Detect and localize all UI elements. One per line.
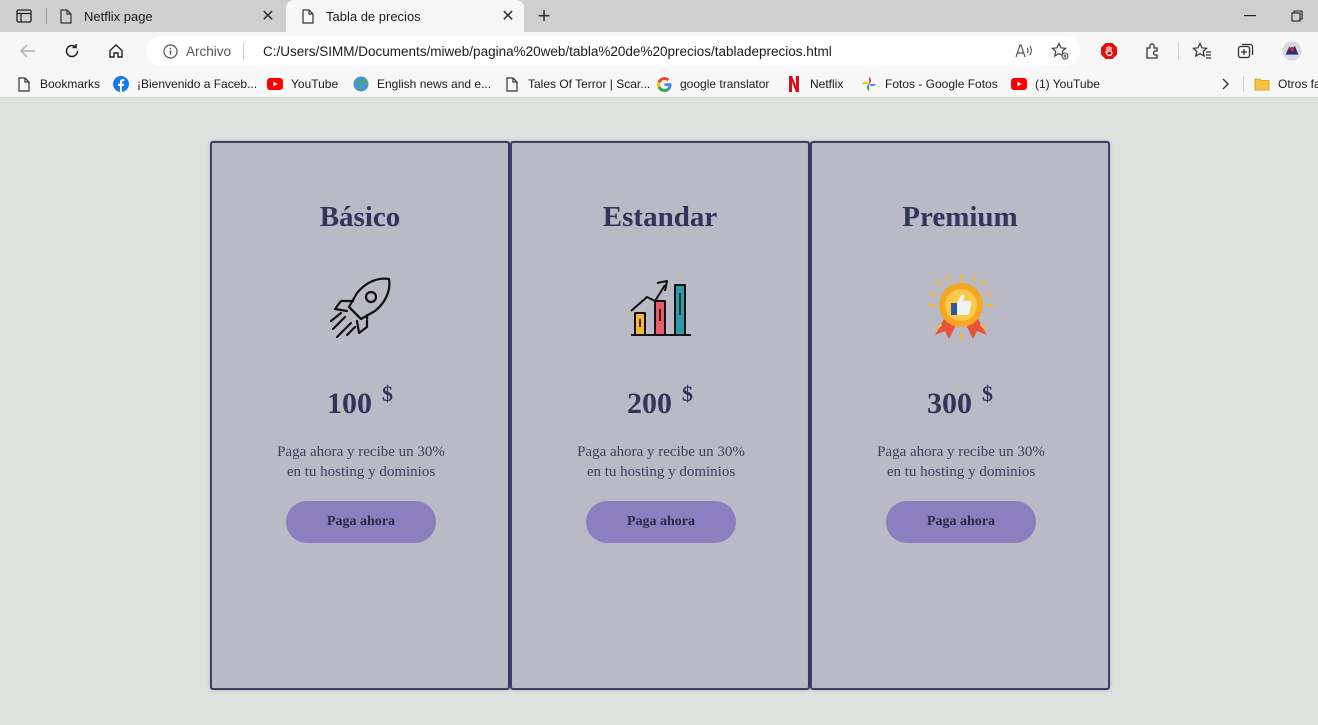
tab-label: Netflix page: [84, 8, 153, 24]
price-value: 200: [627, 387, 672, 420]
bookmark-label: Fotos - Google Fotos: [885, 77, 998, 91]
info-icon[interactable]: [162, 43, 178, 59]
currency-symbol: $: [682, 381, 693, 406]
bookmark-facebook[interactable]: ¡Bienvenido a Faceb...: [113, 76, 257, 92]
description-line: en tu hosting y dominios: [586, 464, 736, 480]
pay-now-button[interactable]: Paga ahora: [286, 501, 436, 543]
description-line: Paga ahora y recibe un 30%: [577, 444, 745, 460]
currency-symbol: $: [982, 381, 993, 406]
chevron-right-icon[interactable]: [1218, 76, 1234, 92]
bookmark-label: (1) YouTube: [1035, 77, 1100, 91]
url-text[interactable]: C:/Users/SIMM/Documents/miweb/pagina%20w…: [263, 44, 832, 59]
collections-icon[interactable]: [1236, 41, 1256, 61]
tab-tabla-de-precios[interactable]: Tabla de precios ✕: [286, 0, 524, 32]
description-line: en tu hosting y dominios: [286, 464, 436, 480]
bookmark-label: YouTube: [291, 77, 339, 91]
tab-strip: Netflix page ✕ Tabla de precios ✕ +: [0, 0, 1318, 32]
minimize-icon[interactable]: [1240, 6, 1260, 26]
close-icon[interactable]: ✕: [258, 6, 278, 26]
bookmark-label: google translator: [680, 77, 770, 91]
page-icon: [58, 8, 74, 24]
new-tab-button[interactable]: +: [532, 3, 556, 28]
favorites-icon[interactable]: [1192, 41, 1212, 61]
tab-label: Tabla de precios: [326, 8, 421, 24]
bookmarks-separator: [1243, 76, 1244, 92]
tab-netflix-page[interactable]: Netflix page ✕: [54, 0, 284, 32]
facebook-icon: [113, 76, 129, 92]
bookmark-google-translator[interactable]: google translator: [656, 76, 769, 92]
description-line: en tu hosting y dominios: [886, 464, 1036, 480]
bookmark-label: Bookmarks: [40, 77, 101, 91]
plan-title: Estandar: [602, 201, 718, 233]
plan-price: 300 $: [812, 381, 1108, 421]
description-line: Paga ahora y recibe un 30%: [877, 444, 1045, 460]
navigation-bar: Archivo C:/Users/SIMM/Documents/miweb/pa…: [0, 32, 1318, 70]
address-separator: [243, 42, 245, 60]
plan-price: 100 $: [212, 381, 508, 421]
scheme-label: Archivo: [186, 43, 232, 59]
restore-icon[interactable]: [1287, 6, 1307, 26]
award-badge-icon: [927, 273, 995, 341]
plan-description: Paga ahora y recibe un 30% en tu hosting…: [232, 442, 490, 482]
profile-avatar[interactable]: [1282, 41, 1302, 61]
close-icon[interactable]: ✕: [498, 6, 518, 26]
netflix-icon: [786, 76, 802, 92]
rocket-icon: [327, 273, 395, 341]
bookmark-netflix[interactable]: Netflix: [786, 76, 843, 92]
bookmark-label: Tales Of Terror | Scar...: [528, 77, 651, 91]
folder-icon: [1254, 76, 1270, 92]
read-aloud-icon[interactable]: [1014, 41, 1034, 61]
bookmark-bookmarks[interactable]: Bookmarks: [16, 76, 100, 92]
youtube-icon: [1011, 76, 1027, 92]
bookmark-label: English news and e...: [377, 77, 492, 91]
page-icon: [300, 8, 316, 24]
plan-description: Paga ahora y recibe un 30% en tu hosting…: [532, 442, 790, 482]
favorite-star-icon[interactable]: [1050, 41, 1070, 61]
back-button[interactable]: [16, 39, 40, 63]
bookmark-youtube[interactable]: YouTube: [267, 76, 338, 92]
pay-now-button[interactable]: Paga ahora: [886, 501, 1036, 543]
plan-description: Paga ahora y recibe un 30% en tu hosting…: [832, 442, 1090, 482]
pricing-card-estandar: Estandar 200 $ Paga ahora y recibe un 30%…: [510, 141, 810, 690]
toolbar-separator: [1178, 42, 1179, 60]
growth-chart-icon: [627, 273, 695, 341]
plan-price: 200 $: [512, 381, 808, 421]
plan-title: Básico: [319, 201, 401, 233]
youtube-icon: [267, 76, 283, 92]
description-line: Paga ahora y recibe un 30%: [277, 444, 445, 460]
bookmark-label: ¡Bienvenido a Faceb...: [137, 77, 258, 91]
price-value: 100: [327, 387, 372, 420]
currency-symbol: $: [382, 381, 393, 406]
bookmark-label: Otros fa: [1278, 77, 1318, 91]
extensions-icon[interactable]: [1143, 41, 1163, 61]
bookmark-youtube-1[interactable]: (1) YouTube: [1011, 76, 1100, 92]
tab-separator: [46, 8, 47, 24]
adblock-extension-icon[interactable]: [1099, 41, 1119, 61]
home-button[interactable]: [104, 39, 128, 63]
address-bar[interactable]: Archivo C:/Users/SIMM/Documents/miweb/pa…: [146, 36, 1080, 66]
bookmarks-bar: Bookmarks ¡Bienvenido a Faceb... YouTube…: [0, 70, 1318, 98]
refresh-button[interactable]: [60, 39, 84, 63]
bookmark-tales-of-terror[interactable]: Tales Of Terror | Scar...: [504, 76, 650, 92]
plan-title: Premium: [902, 201, 1018, 233]
google-icon: [656, 76, 672, 92]
page-icon: [16, 76, 32, 92]
page-icon: [504, 76, 520, 92]
bookmark-google-fotos[interactable]: Fotos - Google Fotos: [861, 76, 998, 92]
tab-actions-icon[interactable]: [8, 6, 40, 26]
pricing-card-premium: Premium 300 $ Paga ahora y recibe un 30% …: [810, 141, 1110, 690]
price-value: 300: [927, 387, 972, 420]
bookmark-english-news[interactable]: English news and e...: [353, 76, 491, 92]
google-photos-icon: [861, 76, 877, 92]
page-content: Básico 100 $ Paga ahora y recibe un 30% …: [0, 99, 1318, 725]
pay-now-button[interactable]: Paga ahora: [586, 501, 736, 543]
pricing-card-basico: Básico 100 $ Paga ahora y recibe un 30% …: [210, 141, 510, 690]
globe-icon: [353, 76, 369, 92]
bookmark-otros-favoritos[interactable]: Otros fa: [1254, 76, 1318, 92]
bookmark-label: Netflix: [810, 77, 844, 91]
